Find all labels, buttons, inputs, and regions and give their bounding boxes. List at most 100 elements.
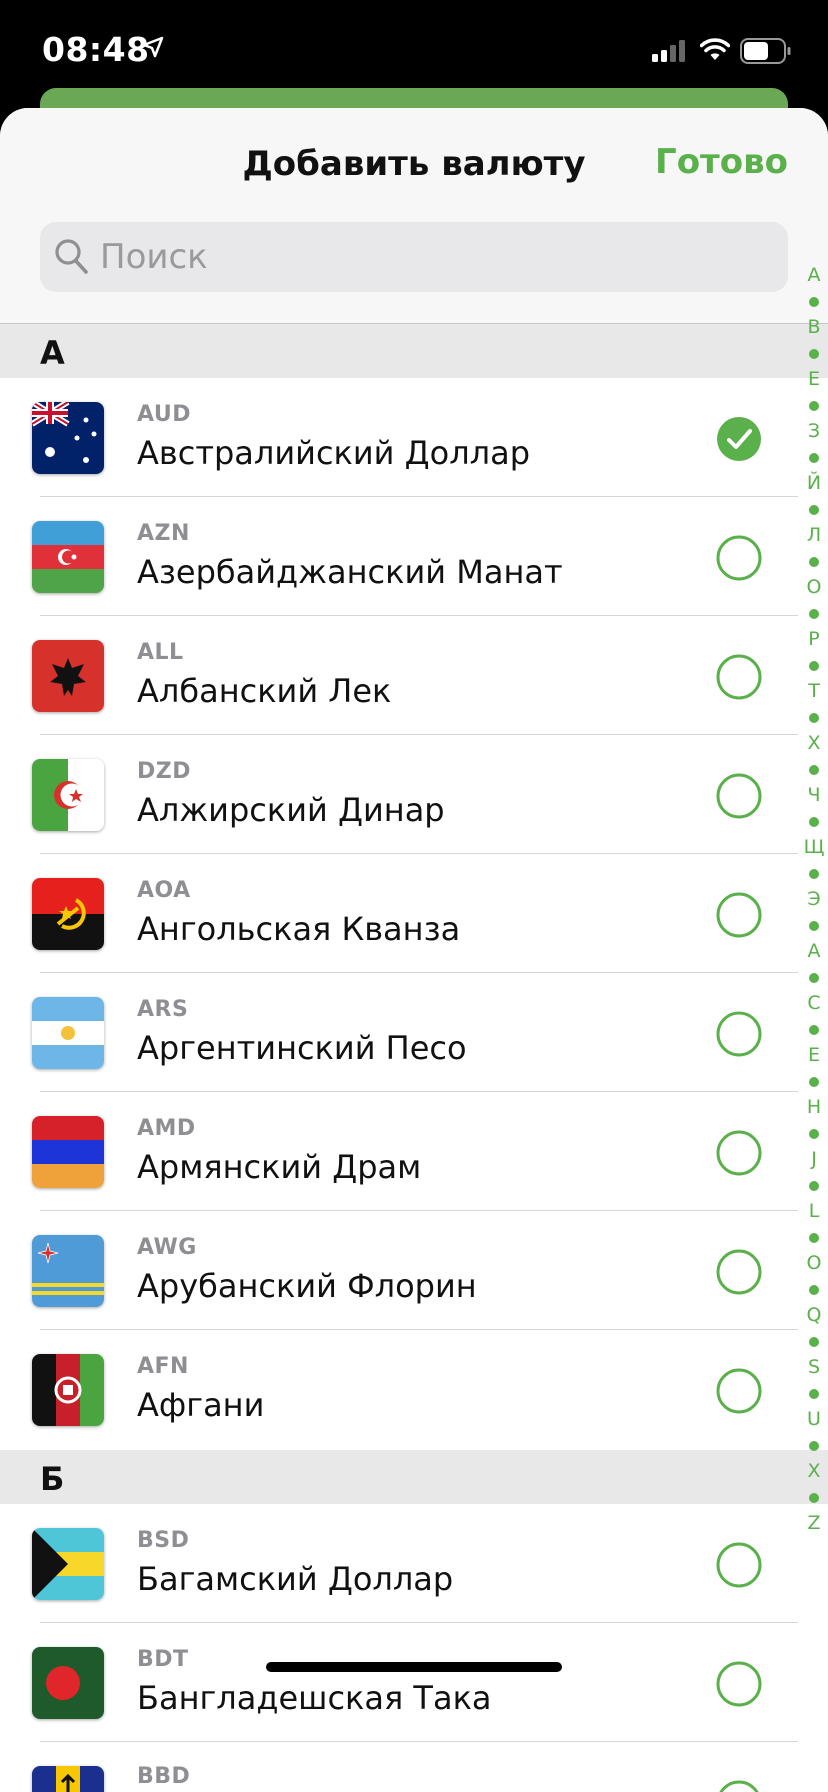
section-letter: Б xyxy=(40,1460,65,1498)
index-letter[interactable]: Е xyxy=(800,368,828,390)
search-bar[interactable] xyxy=(40,222,788,292)
currency-row-amd[interactable]: AMD Армянский Драм xyxy=(0,1092,798,1211)
index-dot[interactable] xyxy=(809,297,819,307)
currency-name: Австралийский Доллар xyxy=(137,434,531,472)
index-dot[interactable] xyxy=(809,401,819,411)
index-letter[interactable]: А xyxy=(800,264,828,286)
currency-code: DZD xyxy=(137,759,191,784)
index-letter[interactable]: Э xyxy=(800,888,828,910)
currency-row-aoa[interactable]: AOA Ангольская Кванза xyxy=(0,854,798,973)
currency-row-bsd[interactable]: BSD Багамский Доллар xyxy=(0,1504,798,1623)
currency-row-ars[interactable]: ARS Аргентинский Песо xyxy=(0,973,798,1092)
index-dot[interactable] xyxy=(809,453,819,463)
index-dot[interactable] xyxy=(809,1441,819,1451)
currency-code: AOA xyxy=(137,878,191,903)
index-dot[interactable] xyxy=(809,1285,819,1295)
index-dot[interactable] xyxy=(809,505,819,515)
index-letter[interactable]: Х xyxy=(800,732,828,754)
circle-unselected-icon[interactable] xyxy=(716,1780,762,1792)
cellular-signal-icon xyxy=(652,40,685,62)
circle-unselected-icon[interactable] xyxy=(716,1011,762,1057)
index-dot[interactable] xyxy=(809,1233,819,1243)
section-letter: А xyxy=(40,334,65,372)
currency-row-azn[interactable]: AZN Азербайджанский Манат xyxy=(0,497,798,616)
index-letter[interactable]: З xyxy=(800,420,828,442)
circle-unselected-icon[interactable] xyxy=(716,1661,762,1707)
index-dot[interactable] xyxy=(809,973,819,983)
currency-code: ALL xyxy=(137,640,184,665)
circle-unselected-icon[interactable] xyxy=(716,1130,762,1176)
currency-row-all[interactable]: ALL Албанский Лек xyxy=(0,616,798,735)
index-dot[interactable] xyxy=(809,1025,819,1035)
index-letter[interactable]: Щ xyxy=(800,836,828,858)
index-dot[interactable] xyxy=(809,1181,819,1191)
currency-row-bbd[interactable]: BBD xyxy=(0,1742,798,1792)
status-bar: 08:48 xyxy=(0,0,828,100)
currency-row-bdt[interactable]: BDT Бангладешская Така xyxy=(0,1623,798,1742)
circle-unselected-icon[interactable] xyxy=(716,892,762,938)
wifi-icon xyxy=(700,38,730,60)
checkmark-selected-icon[interactable] xyxy=(716,416,762,462)
index-letter[interactable]: J xyxy=(800,1148,828,1170)
circle-unselected-icon[interactable] xyxy=(716,654,762,700)
index-dot[interactable] xyxy=(809,1493,819,1503)
index-letter[interactable]: A xyxy=(800,940,828,962)
index-dot[interactable] xyxy=(809,661,819,671)
currency-row-awg[interactable]: AWG Арубанский Флорин xyxy=(0,1211,798,1330)
index-dot[interactable] xyxy=(809,713,819,723)
index-dot[interactable] xyxy=(809,609,819,619)
currency-code: AWG xyxy=(137,1235,197,1260)
index-dot[interactable] xyxy=(809,1337,819,1347)
index-letter[interactable]: В xyxy=(800,316,828,338)
index-letter[interactable]: S xyxy=(800,1356,828,1378)
index-dot[interactable] xyxy=(809,1129,819,1139)
index-letter[interactable]: Ч xyxy=(800,784,828,806)
index-letter[interactable]: О xyxy=(800,576,828,598)
index-letter[interactable]: Т xyxy=(800,680,828,702)
circle-unselected-icon[interactable] xyxy=(716,773,762,819)
index-letter[interactable]: O xyxy=(800,1252,828,1274)
index-letter[interactable]: X xyxy=(800,1460,828,1482)
home-indicator[interactable] xyxy=(266,1662,562,1672)
circle-unselected-icon[interactable] xyxy=(716,535,762,581)
currency-row-afn[interactable]: AFN Афгани xyxy=(0,1330,798,1449)
circle-unselected-icon[interactable] xyxy=(716,1542,762,1588)
battery-icon xyxy=(740,38,791,64)
azerbaijan-flag-icon xyxy=(32,521,104,593)
index-letter[interactable]: U xyxy=(800,1408,828,1430)
index-dot[interactable] xyxy=(809,921,819,931)
search-input[interactable] xyxy=(100,222,760,292)
index-dot[interactable] xyxy=(809,1389,819,1399)
index-letter[interactable]: L xyxy=(800,1200,828,1222)
index-dot[interactable] xyxy=(809,765,819,775)
currency-name: Ангольская Кванза xyxy=(137,910,461,948)
currency-name: Бангладешская Така xyxy=(137,1679,492,1717)
index-dot[interactable] xyxy=(809,817,819,827)
index-dot[interactable] xyxy=(809,1077,819,1087)
index-letter[interactable]: Л xyxy=(800,524,828,546)
index-letter[interactable]: Р xyxy=(800,628,828,650)
circle-unselected-icon[interactable] xyxy=(716,1368,762,1414)
currency-code: AMD xyxy=(137,1116,196,1141)
currency-code: AZN xyxy=(137,521,190,546)
currency-code: BDT xyxy=(137,1647,189,1672)
done-button[interactable]: Готово xyxy=(655,142,788,182)
index-dot[interactable] xyxy=(809,869,819,879)
index-dot[interactable] xyxy=(809,349,819,359)
search-icon xyxy=(55,239,88,274)
index-letter[interactable]: Q xyxy=(800,1304,828,1326)
index-letter[interactable]: Z xyxy=(800,1512,828,1534)
index-letter[interactable]: E xyxy=(800,1044,828,1066)
index-dot[interactable] xyxy=(809,557,819,567)
index-letter[interactable]: C xyxy=(800,992,828,1014)
index-letter[interactable]: H xyxy=(800,1096,828,1118)
currency-row-dzd[interactable]: DZD Алжирский Динар xyxy=(0,735,798,854)
section-header: А xyxy=(0,324,828,378)
armenia-flag-icon xyxy=(32,1116,104,1188)
barbados-flag-icon xyxy=(32,1766,104,1792)
location-arrow-icon xyxy=(142,36,164,58)
index-letter[interactable]: Й xyxy=(800,472,828,494)
currency-row-aud[interactable]: AUD Австралийский Доллар xyxy=(0,378,798,497)
circle-unselected-icon[interactable] xyxy=(716,1249,762,1295)
section-header: Б xyxy=(0,1450,828,1504)
